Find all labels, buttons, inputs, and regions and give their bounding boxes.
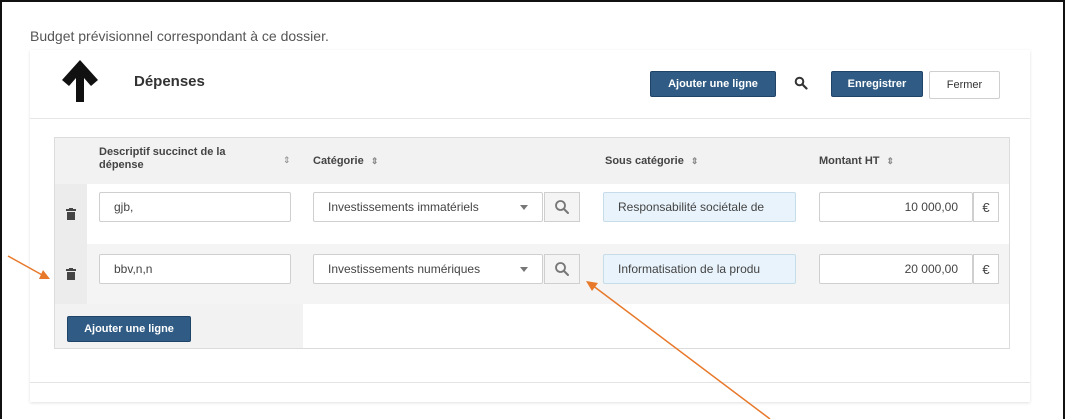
column-header-sous-categorie[interactable]: Sous catégorie ⇕ (605, 155, 698, 168)
chevron-down-icon (520, 267, 528, 272)
sous-categorie-field[interactable]: Informatisation de la produ (603, 254, 796, 284)
categorie-select[interactable]: Investissements numériques (313, 254, 543, 284)
column-header-montant[interactable]: Montant HT ⇕ (819, 155, 894, 168)
column-header-descriptif[interactable]: Descriptif succinct de la dépense (99, 146, 226, 172)
table-row: gjb, Investissements immatériels Respons… (55, 184, 1009, 244)
column-header-descriptif-line1: Descriptif succinct de la (99, 146, 226, 158)
sort-icon[interactable]: ⇕ (283, 155, 291, 166)
categorie-select-value: Investissements numériques (328, 262, 481, 276)
montant-input[interactable]: 20 000,00 (819, 254, 973, 284)
column-header-categorie-label: Catégorie (313, 155, 364, 167)
chevron-down-icon (520, 205, 528, 210)
close-button[interactable]: Fermer (929, 71, 1000, 99)
intro-text: Budget prévisionnel correspondant à ce d… (30, 28, 329, 44)
currency-addon: € (973, 192, 999, 222)
column-header-categorie[interactable]: Catégorie ⇕ (313, 155, 378, 168)
add-line-button-top[interactable]: Ajouter une ligne (650, 71, 776, 97)
header-divider (30, 118, 1030, 119)
search-icon (555, 200, 569, 214)
column-header-montant-label: Montant HT (819, 155, 880, 167)
trash-icon[interactable] (65, 208, 77, 220)
montant-input[interactable]: 10 000,00 (819, 192, 973, 222)
categorie-search-button[interactable] (544, 192, 580, 222)
categorie-search-button[interactable] (544, 254, 580, 284)
arrow-up-icon (62, 60, 98, 102)
categorie-select-value: Investissements immatériels (328, 200, 479, 214)
sort-icon: ⇕ (886, 156, 895, 166)
descriptif-input[interactable]: bbv,n,n (99, 254, 291, 284)
table-row: bbv,n,n Investissements numériques Infor… (55, 244, 1009, 304)
trash-icon[interactable] (65, 268, 77, 280)
descriptif-input[interactable]: gjb, (99, 192, 291, 222)
sous-categorie-field[interactable]: Responsabilité sociétale de (603, 192, 796, 222)
save-button[interactable]: Enregistrer (831, 71, 923, 97)
column-header-sous-categorie-label: Sous catégorie (605, 155, 684, 167)
search-icon (555, 262, 569, 276)
section-title: Dépenses (134, 73, 205, 90)
categorie-select[interactable]: Investissements immatériels (313, 192, 543, 222)
currency-addon: € (973, 254, 999, 284)
search-icon[interactable] (794, 76, 808, 90)
table-header: Descriptif succinct de la dépense ⇕ Caté… (55, 138, 1009, 184)
add-line-button-bottom[interactable]: Ajouter une ligne (67, 316, 191, 342)
card-divider (30, 382, 1030, 383)
sort-icon: ⇕ (690, 156, 699, 166)
expenses-table: Descriptif succinct de la dépense ⇕ Caté… (54, 137, 1010, 349)
sort-icon: ⇕ (370, 156, 379, 166)
column-header-descriptif-line2: dépense (99, 159, 144, 171)
